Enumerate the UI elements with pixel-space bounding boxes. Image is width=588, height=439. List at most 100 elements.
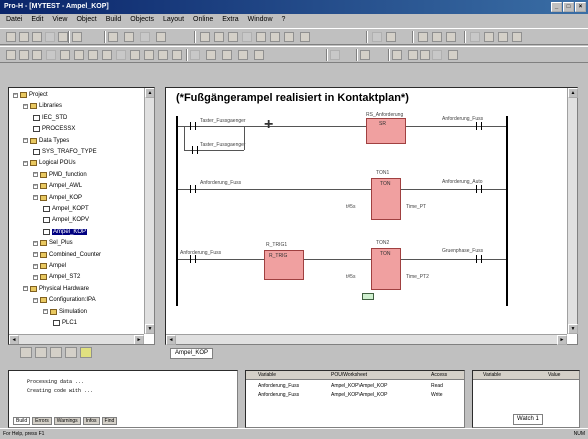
tree-item[interactable]: − Libraries bbox=[23, 103, 62, 110]
toolbar-button-icon[interactable] bbox=[418, 32, 428, 42]
toolbar-button-icon[interactable] bbox=[484, 32, 494, 42]
toolbar-button-icon[interactable] bbox=[372, 32, 382, 42]
toolbar-button-icon[interactable] bbox=[330, 50, 340, 60]
tree-item[interactable]: − Ampel_ST2 bbox=[33, 274, 80, 281]
xref-col-pou[interactable]: POU/Worksheet bbox=[331, 372, 367, 378]
tree-item[interactable]: − Simulation bbox=[43, 308, 87, 315]
toolbar-button-icon[interactable] bbox=[360, 50, 370, 60]
expand-toggle-icon[interactable]: − bbox=[33, 263, 38, 269]
output-tab[interactable]: Build bbox=[13, 417, 31, 425]
tree-item[interactable]: − Physical Hardware bbox=[23, 285, 89, 292]
tree-item[interactable]: − Combined_Counter bbox=[33, 251, 101, 258]
hardware-tab-icon[interactable] bbox=[50, 347, 62, 358]
expand-toggle-icon[interactable]: − bbox=[33, 297, 38, 303]
menu-item[interactable]: Extra bbox=[222, 16, 238, 24]
rung1-sr-block[interactable]: SR bbox=[366, 118, 406, 144]
project-tab-icon[interactable] bbox=[20, 347, 32, 358]
rung1-contact2[interactable] bbox=[192, 146, 198, 154]
scroll-left-arrow-icon[interactable]: ◄ bbox=[166, 335, 176, 345]
tree-hscrollbar[interactable]: ◄ ► bbox=[9, 334, 144, 344]
rung2-coil[interactable] bbox=[476, 185, 482, 193]
menu-item[interactable]: ? bbox=[282, 16, 286, 24]
tree-item[interactable]: − Sel_Plus bbox=[33, 240, 73, 247]
xref-col-variable[interactable]: Variable bbox=[258, 372, 276, 378]
xref-col-access[interactable]: Access bbox=[431, 372, 447, 378]
toolbar-button-icon[interactable] bbox=[46, 50, 56, 60]
rung3-coil[interactable] bbox=[476, 255, 482, 263]
expand-toggle-icon[interactable]: − bbox=[23, 138, 28, 144]
menu-item[interactable]: Objects bbox=[130, 16, 154, 24]
toolbar-button-icon[interactable] bbox=[45, 32, 55, 42]
toolbar-button-icon[interactable] bbox=[238, 50, 248, 60]
tab-ampel-kop[interactable]: Ampel_KOP bbox=[170, 348, 214, 359]
expand-toggle-icon[interactable]: − bbox=[23, 103, 28, 109]
tab-watch-1[interactable]: Watch 1 bbox=[513, 414, 543, 425]
rung1-coil[interactable] bbox=[476, 122, 482, 130]
tree-item[interactable]: SYS_TRAFO_TYPE bbox=[33, 149, 97, 155]
expand-toggle-icon[interactable]: − bbox=[13, 92, 18, 98]
maximize-button[interactable]: □ bbox=[563, 2, 574, 12]
toolbar-button-icon[interactable] bbox=[6, 32, 16, 42]
table-row[interactable]: Anforderung_Fuss bbox=[258, 383, 299, 389]
table-row[interactable]: Anforderung_Fuss bbox=[258, 392, 299, 398]
toolbar-button-icon[interactable] bbox=[222, 50, 232, 60]
toolbar-button-icon[interactable] bbox=[102, 50, 112, 60]
crossref-window[interactable]: Variable POU/Worksheet Access Anforderun… bbox=[245, 370, 465, 428]
toolbar-button-icon[interactable] bbox=[512, 32, 522, 42]
scroll-right-arrow-icon[interactable]: ► bbox=[557, 335, 567, 345]
output-tab[interactable]: Errors bbox=[32, 417, 52, 425]
tree-item[interactable]: − PMD_function bbox=[33, 171, 87, 178]
minimize-button[interactable]: _ bbox=[551, 2, 562, 12]
tree-item[interactable]: − Configuration:IPA bbox=[33, 297, 96, 304]
editor-vscrollbar[interactable]: ▲ ▼ bbox=[567, 88, 578, 334]
rung3-ton-block[interactable]: TON bbox=[371, 248, 401, 290]
tree-item[interactable]: − Project bbox=[13, 92, 48, 98]
toolbar-button-icon[interactable] bbox=[206, 50, 216, 60]
menu-item[interactable]: Edit bbox=[31, 16, 43, 24]
toolbar-button-icon[interactable] bbox=[19, 50, 29, 60]
expand-toggle-icon[interactable]: − bbox=[33, 195, 38, 201]
output-window[interactable]: Processing data ... Creating code with .… bbox=[8, 370, 238, 428]
toolbar-button-icon[interactable] bbox=[228, 32, 238, 42]
output-tab[interactable]: Find bbox=[101, 417, 118, 425]
toolbar-button-icon[interactable] bbox=[200, 32, 210, 42]
tree-item[interactable]: − Ampel_KOP bbox=[33, 194, 82, 201]
toolbar-button-icon[interactable] bbox=[6, 50, 16, 60]
toolbar-button-icon[interactable] bbox=[446, 32, 456, 42]
tree-item[interactable]: PLC1 bbox=[53, 320, 77, 326]
toolbar-button-icon[interactable] bbox=[284, 32, 294, 42]
rung1-contact1[interactable] bbox=[190, 122, 196, 130]
scroll-up-arrow-icon[interactable]: ▲ bbox=[145, 88, 154, 98]
watch-col-variable[interactable]: Variable bbox=[483, 372, 501, 378]
rung3-contact[interactable] bbox=[190, 255, 196, 263]
expand-toggle-icon[interactable]: − bbox=[43, 309, 48, 315]
toolbar-button-icon[interactable] bbox=[32, 50, 42, 60]
toolbar-button-icon[interactable] bbox=[58, 32, 68, 42]
expand-toggle-icon[interactable]: − bbox=[23, 286, 28, 292]
toolbar-button-icon[interactable] bbox=[32, 32, 42, 42]
ladder-editor[interactable]: (*Fußgängerampel realisiert in Kontaktpl… bbox=[165, 87, 578, 345]
toolbar-button-icon[interactable] bbox=[144, 50, 154, 60]
tree-item[interactable]: Ampel_KOPT bbox=[43, 206, 89, 212]
toolbar-button-icon[interactable] bbox=[19, 32, 29, 42]
output-tab[interactable]: Infos bbox=[82, 417, 100, 425]
menu-item[interactable]: Object bbox=[76, 16, 96, 24]
scroll-up-arrow-icon[interactable]: ▲ bbox=[568, 88, 578, 98]
scroll-down-arrow-icon[interactable]: ▼ bbox=[145, 324, 154, 334]
toolbar-button-icon[interactable] bbox=[130, 50, 140, 60]
toolbar-button-icon[interactable] bbox=[72, 32, 82, 42]
watch-window[interactable]: Variable Value Watch 1 bbox=[472, 370, 580, 428]
tree-vscrollbar[interactable]: ▲ ▼ bbox=[144, 88, 154, 334]
project-tree[interactable]: ▲ ▼ ◄ ► − Project − Libraries IEC_STD PROCESS… bbox=[8, 87, 155, 345]
tree-item[interactable]: − Ampel_AWL bbox=[33, 183, 82, 190]
rung2-ton-block[interactable]: TON bbox=[371, 178, 401, 220]
tree-item[interactable]: PROCESSX bbox=[33, 126, 75, 133]
menu-item[interactable]: Layout bbox=[163, 16, 184, 24]
expand-toggle-icon[interactable]: − bbox=[33, 274, 38, 280]
rung2-contact[interactable] bbox=[190, 185, 196, 193]
toolbar-button-icon[interactable] bbox=[408, 50, 418, 60]
toolbar-button-icon[interactable] bbox=[432, 50, 442, 60]
menu-item[interactable]: View bbox=[52, 16, 67, 24]
scroll-right-arrow-icon[interactable]: ► bbox=[134, 335, 144, 344]
tree-item[interactable]: − Data Types bbox=[23, 137, 69, 144]
